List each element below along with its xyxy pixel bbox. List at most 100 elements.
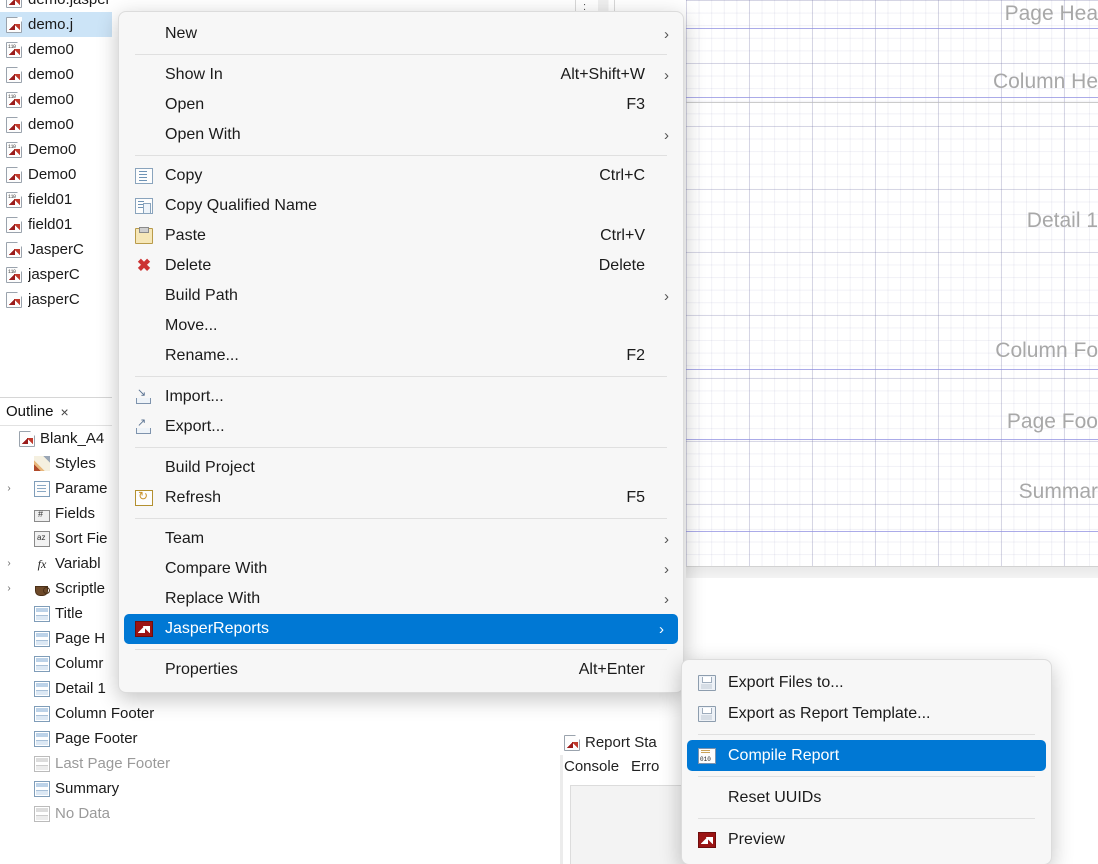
menu-item[interactable]: Properties Alt+Enter (119, 655, 683, 685)
chevron-right-icon: › (664, 126, 669, 144)
tree-row[interactable]: demo.j (0, 12, 112, 37)
scriptlet-cup-icon (34, 581, 50, 597)
subtab-errors[interactable]: Erro (631, 758, 659, 775)
subtab-console[interactable]: Console (564, 758, 619, 775)
menu-item[interactable]: Move... (119, 311, 683, 341)
menu-item-label: Refresh (165, 489, 222, 506)
outline-row[interactable]: Columr (0, 651, 112, 676)
menu-item[interactable]: Preview (682, 824, 1051, 855)
menu-item[interactable]: Team › (119, 524, 683, 554)
tree-item-label: JasperC (28, 241, 84, 258)
menu-item-label: Show In (165, 66, 223, 83)
console-output-area[interactable] (570, 785, 686, 864)
menu-item[interactable]: Show In Alt+Shift+W › (119, 60, 683, 90)
jrxml-file-icon (6, 66, 22, 83)
menu-item[interactable]: Reset UUIDs (682, 782, 1051, 813)
menu-item[interactable]: Rename... F2 (119, 341, 683, 371)
outline-row[interactable]: Summary (0, 776, 119, 801)
menu-item[interactable]: Import... (119, 382, 683, 412)
menu-item[interactable]: Copy Ctrl+C (119, 161, 683, 191)
menu-item-label: Open With (165, 126, 241, 143)
outline-row[interactable]: Styles (0, 451, 112, 476)
menu-item[interactable]: Replace With › (119, 584, 683, 614)
tree-row[interactable]: demo0 (0, 112, 112, 137)
refresh-icon (135, 489, 153, 506)
menu-item[interactable]: Refresh F5 (119, 483, 683, 513)
menu-item[interactable]: Export... (119, 412, 683, 442)
outline-tree[interactable]: Blank_A4 Styles › Parame Fields Sort Fie › fx Va… (0, 426, 170, 826)
tree-row[interactable]: JasperC (0, 237, 112, 262)
chevron-right-icon[interactable]: › (4, 583, 14, 594)
menu-item-label: Copy (165, 167, 203, 184)
tree-row[interactable]: Demo0 (0, 162, 112, 187)
menu-item[interactable]: Open F3 (119, 90, 683, 120)
tree-row[interactable]: 110 demo0 (0, 87, 112, 112)
band-icon (34, 605, 50, 622)
tree-row[interactable]: jasperC (0, 287, 112, 312)
outline-row[interactable]: No Data (0, 801, 112, 826)
menu-item[interactable]: Build Path › (119, 281, 683, 311)
tree-row[interactable]: 110 Demo0 (0, 137, 112, 162)
menu-item[interactable]: Compare With › (119, 554, 683, 584)
outline-row[interactable]: Fields (0, 501, 112, 526)
outline-tab[interactable]: Outline × (0, 398, 112, 426)
menu-item-accelerator: Ctrl+C (599, 167, 645, 184)
report-designer-canvas[interactable]: Page Hea Column He Detail 1 Column Fo Page F… (686, 0, 1098, 566)
menu-item[interactable]: ✖ Delete Delete (119, 251, 683, 281)
band-icon (34, 780, 50, 797)
menu-item[interactable]: Compile Report (687, 740, 1046, 771)
tree-row[interactable]: 110 demo0 (0, 37, 112, 62)
tab-report-state[interactable]: Report Sta (560, 731, 686, 754)
band-label-1: Column He (992, 70, 1098, 93)
outline-row[interactable]: Detail 1 (0, 676, 112, 701)
jrxml-file-icon (6, 241, 22, 258)
variable-fx-icon: fx (37, 556, 47, 571)
jasperreports-submenu[interactable]: Export Files to... Export as Report Templ… (681, 659, 1052, 864)
copy-qualified-name-icon (135, 198, 153, 214)
tree-row[interactable]: 110 jasperC (0, 262, 112, 287)
outline-row[interactable]: Title (0, 601, 112, 626)
menu-item-accelerator: Alt+Enter (578, 661, 645, 678)
outline-row-label: Detail 1 (55, 680, 106, 697)
outline-row[interactable]: Sort Fie (0, 526, 112, 551)
binary-marker: 110 (8, 268, 16, 275)
chevron-right-icon[interactable]: › (4, 558, 14, 569)
menu-item-label: Open (165, 96, 205, 113)
close-icon[interactable]: × (61, 404, 69, 420)
paste-icon (135, 227, 153, 244)
outline-row[interactable]: Blank_A4 (0, 426, 112, 451)
band-label-0: Page Hea (1004, 2, 1098, 25)
designer-horizontal-scrollbar[interactable] (686, 566, 1098, 578)
outline-row[interactable]: Page H (0, 626, 112, 651)
menu-item[interactable]: Export Files to... (682, 667, 1051, 698)
menu-item[interactable]: Export as Report Template... (682, 698, 1051, 729)
outline-row[interactable]: Last Page Footer (0, 751, 170, 776)
context-menu[interactable]: New › Show In Alt+Shift+W › Open F3 Open With › C… (118, 11, 684, 693)
menu-item[interactable]: JasperReports › (124, 614, 678, 644)
menu-item-label: New (165, 25, 198, 42)
outline-row[interactable]: Page Footer (0, 726, 138, 751)
compile-icon (698, 747, 716, 764)
tree-row[interactable]: demo.jasper (0, 0, 112, 12)
outline-row-label: Columr (55, 655, 104, 672)
outline-row[interactable]: › Scriptle (0, 576, 112, 601)
chevron-right-icon[interactable]: › (4, 483, 14, 494)
outline-row[interactable]: › fx Variabl (0, 551, 112, 576)
tree-item-label: demo0 (28, 66, 74, 83)
tree-row[interactable]: field01 (0, 212, 112, 237)
console-subtabs[interactable]: Console Erro (560, 754, 686, 778)
outline-row-label: Last Page Footer (55, 755, 171, 772)
project-explorer-tree[interactable]: demo.jasper demo.j 110 demo0 demo0 110 demo0 de… (0, 0, 112, 392)
tree-row[interactable]: 110 field01 (0, 187, 112, 212)
outline-row[interactable]: Column Footer (0, 701, 154, 726)
outline-row[interactable]: › Parame (0, 476, 112, 501)
menu-item-label: Build Project (165, 459, 255, 476)
outline-tab-label: Outline (6, 403, 54, 420)
menu-item[interactable]: Open With › (119, 120, 683, 150)
menu-item[interactable]: Build Project (119, 453, 683, 483)
tree-row[interactable]: demo0 (0, 62, 112, 87)
menu-item[interactable]: New › (119, 19, 683, 49)
menu-item[interactable]: Copy Qualified Name (119, 191, 683, 221)
menu-item[interactable]: Paste Ctrl+V (119, 221, 683, 251)
band-label-5: Summar (1018, 480, 1098, 503)
